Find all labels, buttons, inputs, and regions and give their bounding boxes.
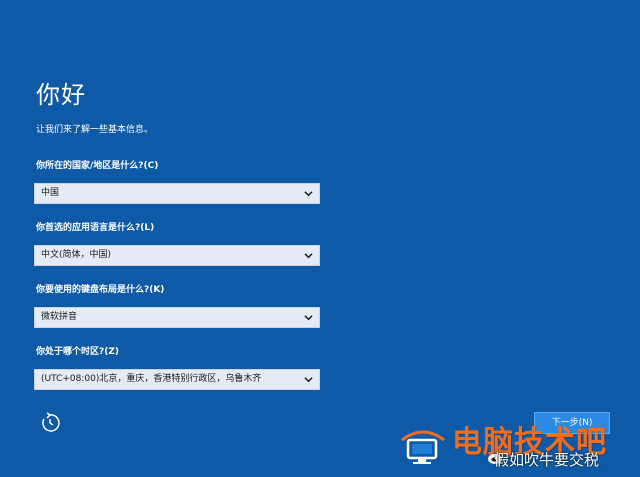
watermark-social-text: 假如吹牛要交税 (494, 451, 600, 469)
page-title: 你好 (36, 81, 86, 109)
timezone-value: (UTC+08:00)北京，重庆，香港特别行政区，乌鲁木齐 (41, 374, 262, 384)
country-select[interactable]: 中国 (34, 183, 320, 204)
timezone-select[interactable]: (UTC+08:00)北京，重庆，香港特别行政区，乌鲁木齐 (34, 369, 320, 390)
country-value: 中国 (41, 188, 60, 198)
keyboard-value: 微软拼音 (41, 312, 78, 322)
oobe-region-setup-page: 你好 让我们来了解一些基本信息。 你所在的国家/地区是什么?(C) 中国 你首选… (0, 0, 640, 477)
chevron-down-icon (304, 253, 313, 259)
chevron-down-icon (304, 315, 313, 321)
language-value: 中文(简体，中国) (41, 250, 112, 260)
language-select[interactable]: 中文(简体，中国) (34, 245, 320, 266)
keyboard-label: 你要使用的键盘布局是什么?(K) (36, 285, 165, 295)
language-label: 你首选的应用语言是什么?(L) (36, 223, 155, 233)
country-label: 你所在的国家/地区是什么?(C) (36, 161, 159, 171)
restart-icon[interactable] (38, 411, 62, 435)
computer-logo-icon (401, 430, 445, 464)
keyboard-select[interactable]: 微软拼音 (34, 307, 320, 328)
timezone-label: 你处于哪个时区?(Z) (36, 347, 119, 357)
page-subtitle: 让我们来了解一些基本信息。 (36, 125, 154, 135)
chevron-down-icon (304, 191, 313, 197)
chevron-down-icon (304, 377, 313, 383)
